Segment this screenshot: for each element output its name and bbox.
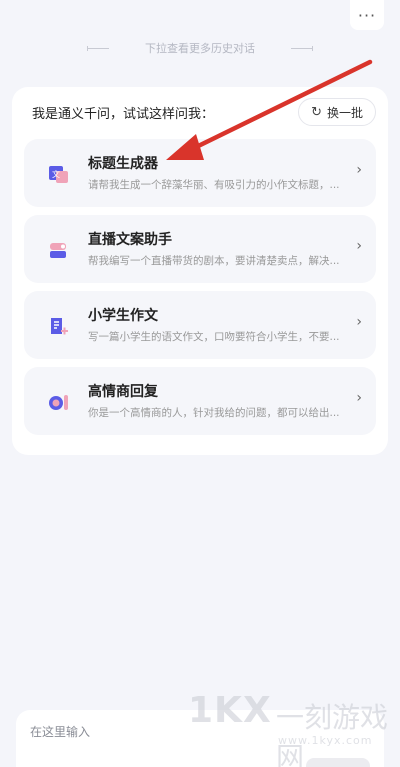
prompt-title: 小学生作文 xyxy=(88,308,158,324)
title-generator-icon: 文 xyxy=(49,166,68,183)
history-hint: 下拉查看更多历史对话 xyxy=(0,40,400,56)
prompt-desc: 帮我编写一个直播带货的剧本，要讲清楚卖点，解决... xyxy=(88,255,340,267)
suggestion-panel: 我是通义千问，试试这样问我： ↻ 换一批 文 标题生成器 请帮我生成一个辞藻华丽… xyxy=(12,87,388,455)
hint-left-line xyxy=(87,45,109,51)
chevron-right-icon: › xyxy=(356,390,362,406)
svg-text:文: 文 xyxy=(52,169,60,179)
live-script-icon xyxy=(50,243,66,258)
prompt-card-live-script[interactable]: 直播文案助手 帮我编写一个直播带货的剧本，要讲清楚卖点，解决... › xyxy=(24,215,376,283)
prompt-card-eq-reply[interactable]: 高情商回复 你是一个高情商的人，针对我给的问题，都可以给出... › xyxy=(24,367,376,435)
prompt-desc: 你是一个高情商的人，针对我给的问题，都可以给出... xyxy=(88,407,340,419)
more-options-button[interactable]: ··· xyxy=(350,0,384,30)
prompt-desc: 请帮我生成一个辞藻华丽、有吸引力的小作文标题，... xyxy=(88,179,340,191)
chevron-right-icon: › xyxy=(356,314,362,330)
chat-input-box xyxy=(16,710,384,767)
chat-input[interactable] xyxy=(30,722,330,742)
intro-text: 我是通义千问，试试这样问我： xyxy=(32,106,215,122)
prompt-desc: 写一篇小学生的语文作文，口吻要符合小学生，不要... xyxy=(88,331,340,343)
prompt-card-essay[interactable]: 小学生作文 写一篇小学生的语文作文，口吻要符合小学生，不要... › xyxy=(24,291,376,359)
send-button[interactable] xyxy=(306,758,370,767)
chevron-right-icon: › xyxy=(356,162,362,178)
prompt-title: 标题生成器 xyxy=(88,156,158,172)
refresh-label: 换一批 xyxy=(326,105,363,120)
essay-icon xyxy=(51,318,68,335)
prompt-title: 直播文案助手 xyxy=(88,232,172,248)
refresh-icon: ↻ xyxy=(311,104,322,120)
suggestion-header: 我是通义千问，试试这样问我： ↻ 换一批 xyxy=(12,97,388,127)
prompt-card-title-generator[interactable]: 文 标题生成器 请帮我生成一个辞藻华丽、有吸引力的小作文标题，... › xyxy=(24,139,376,207)
hint-right-line xyxy=(291,45,313,51)
prompt-title: 高情商回复 xyxy=(88,384,158,400)
chevron-right-icon: › xyxy=(356,238,362,254)
history-hint-text: 下拉查看更多历史对话 xyxy=(145,42,255,55)
eq-reply-icon xyxy=(49,395,68,410)
refresh-button[interactable]: ↻ 换一批 xyxy=(298,98,376,126)
